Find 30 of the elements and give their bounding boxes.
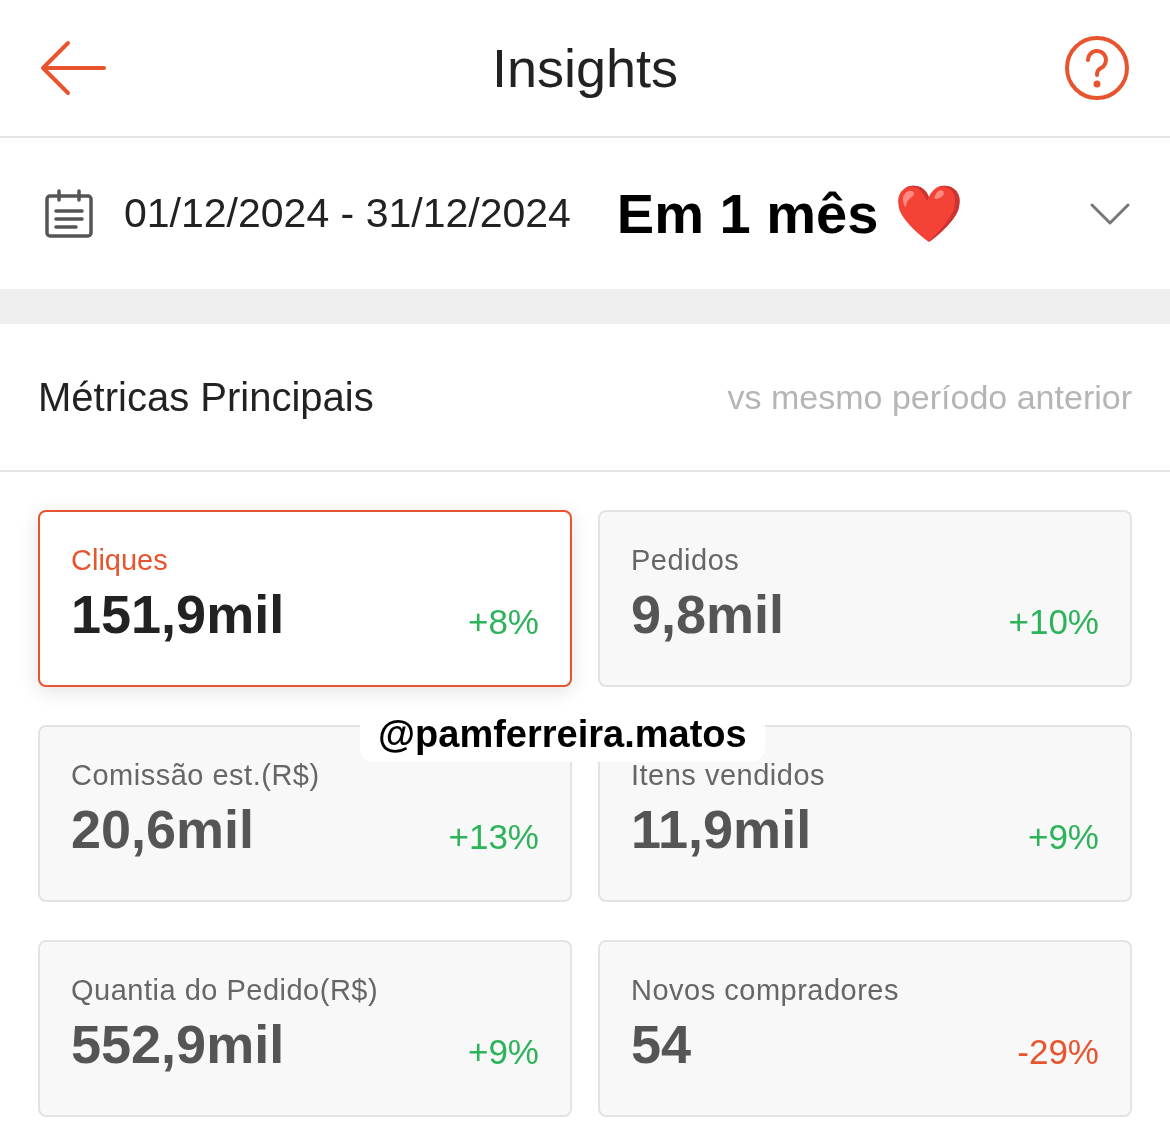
section-title: Métricas Principais — [38, 374, 374, 421]
help-icon[interactable] — [1064, 35, 1130, 101]
metric-label: Comissão est.(R$) — [71, 758, 321, 793]
metric-label: Novos compradores — [631, 973, 900, 1008]
date-range[interactable]: 01/12/2024 - 31/12/2024 — [124, 182, 571, 245]
metric-card[interactable]: Novos compradores 54 -29% — [598, 940, 1132, 1117]
metric-label: Cliques — [71, 543, 169, 578]
metric-change: +8% — [467, 601, 539, 643]
chevron-down-icon[interactable] — [1090, 201, 1130, 226]
comparison-note: vs mesmo período anterior — [727, 376, 1132, 418]
metric-change: +9% — [1027, 816, 1099, 858]
metric-label: Quantia do Pedido(R$) — [71, 973, 380, 1008]
metric-value: 151,9mil — [71, 583, 285, 646]
metric-label: Pedidos — [631, 543, 741, 578]
metric-change: +13% — [448, 816, 539, 858]
metric-change: +9% — [467, 1031, 539, 1073]
page-title: Insights — [491, 36, 679, 100]
metric-value: 20,6mil — [71, 798, 255, 861]
metric-card[interactable]: Cliques 151,9mil +8% — [38, 510, 572, 687]
metric-card[interactable]: Quantia do Pedido(R$) 552,9mil +9% — [38, 940, 572, 1117]
sticker-caption: Em 1 mês ❤ — [616, 180, 964, 247]
metric-value: 552,9mil — [71, 1013, 285, 1076]
calendar-icon — [44, 188, 94, 239]
metric-card[interactable]: Pedidos 9,8mil +10% — [598, 510, 1132, 687]
metric-change: -29% — [1017, 1031, 1099, 1073]
metric-change: +10% — [1008, 601, 1099, 643]
back-arrow-icon[interactable] — [40, 40, 106, 96]
metric-value: 11,9mil — [631, 798, 812, 861]
metric-value: 54 — [631, 1013, 692, 1076]
metric-value: 9,8mil — [631, 583, 785, 646]
